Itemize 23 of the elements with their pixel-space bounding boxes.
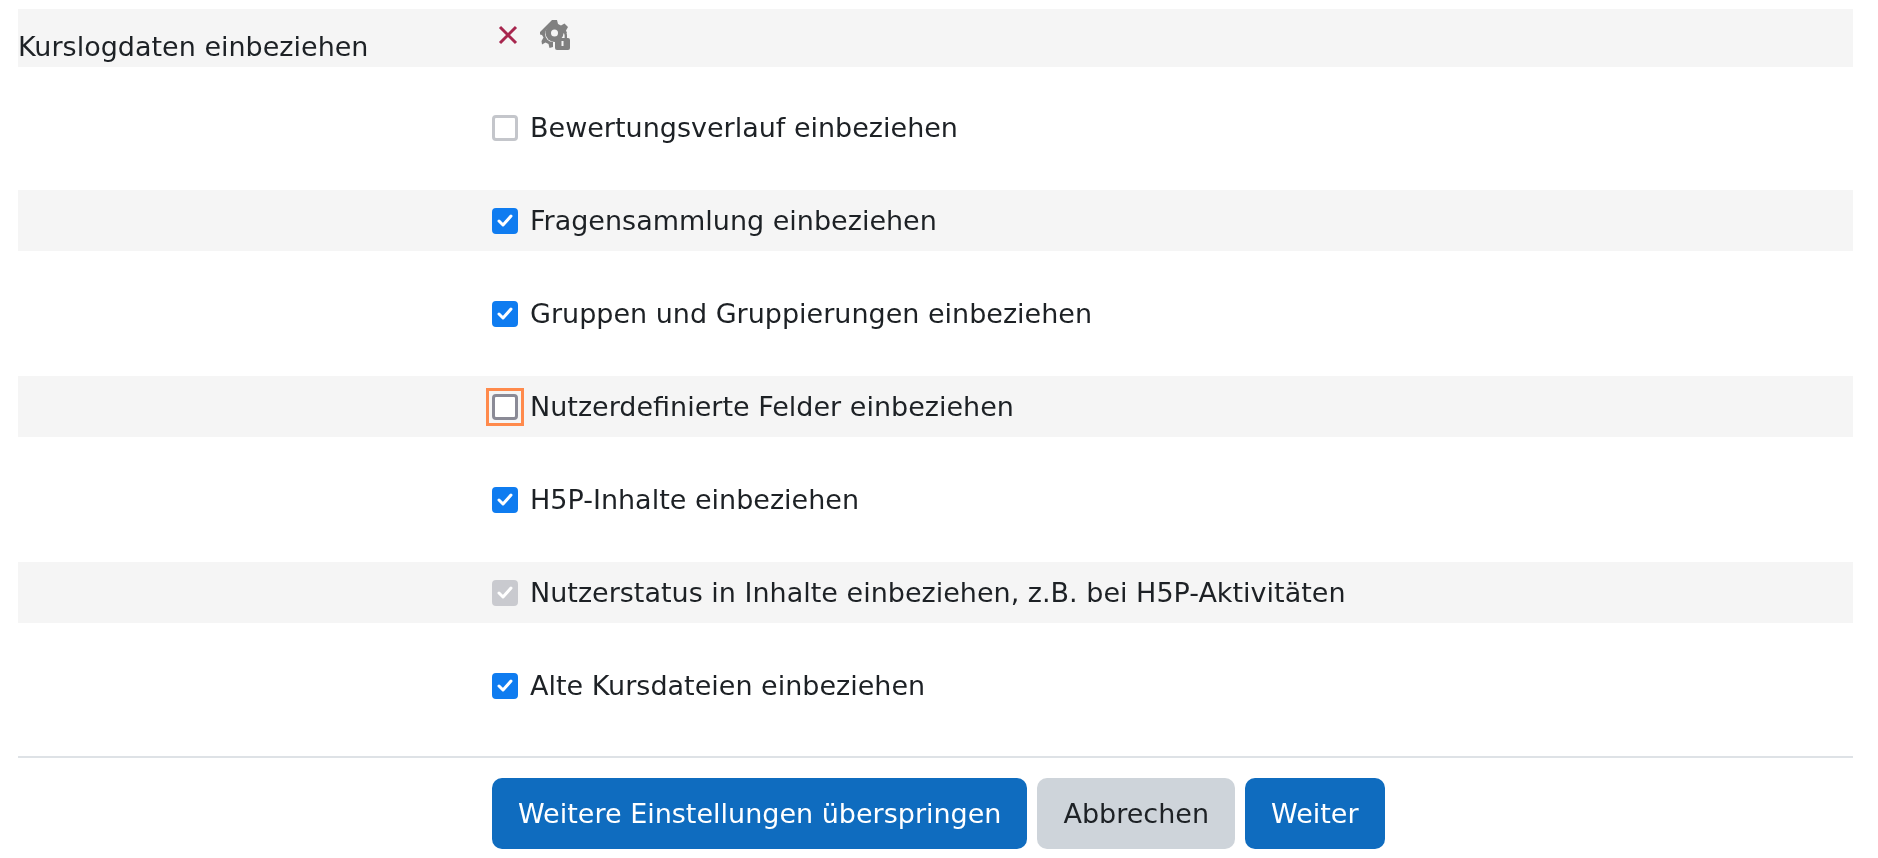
checkbox[interactable]	[492, 393, 518, 420]
action-button[interactable]: Weiter	[1245, 778, 1385, 849]
action-button[interactable]: Weitere Einstellungen überspringen	[492, 778, 1028, 849]
check-icon	[497, 678, 513, 693]
check-icon	[497, 492, 513, 507]
setting-label: Kurslogdaten einbeziehen	[18, 30, 370, 62]
checkbox-label: H5P-Inhalte einbeziehen	[530, 484, 860, 515]
checkbox-label: Gruppen und Gruppierungen einbeziehen	[530, 298, 1093, 329]
gear-lock-icon	[540, 19, 572, 51]
check-icon	[497, 585, 513, 600]
checkbox[interactable]	[492, 672, 518, 699]
checkbox[interactable]	[492, 300, 518, 327]
action-button[interactable]: Abbrechen	[1037, 778, 1236, 849]
checkbox-label: Fragensammlung einbeziehen	[530, 205, 937, 236]
check-icon	[497, 306, 513, 321]
check-icon	[497, 213, 513, 228]
checkbox-label: Nutzerdefinierte Felder einbeziehen	[530, 391, 1014, 422]
checkbox-label: Bewertungsverlauf einbeziehen	[530, 112, 958, 143]
checkbox[interactable]	[492, 207, 518, 234]
checkbox-label: Nutzerstatus in Inhalte einbeziehen, z.B. bei H5P-Aktivitäten	[530, 577, 1346, 608]
checkbox-label: Alte Kursdateien einbeziehen	[530, 670, 926, 701]
checkbox[interactable]	[492, 114, 518, 141]
checkbox[interactable]	[492, 486, 518, 513]
